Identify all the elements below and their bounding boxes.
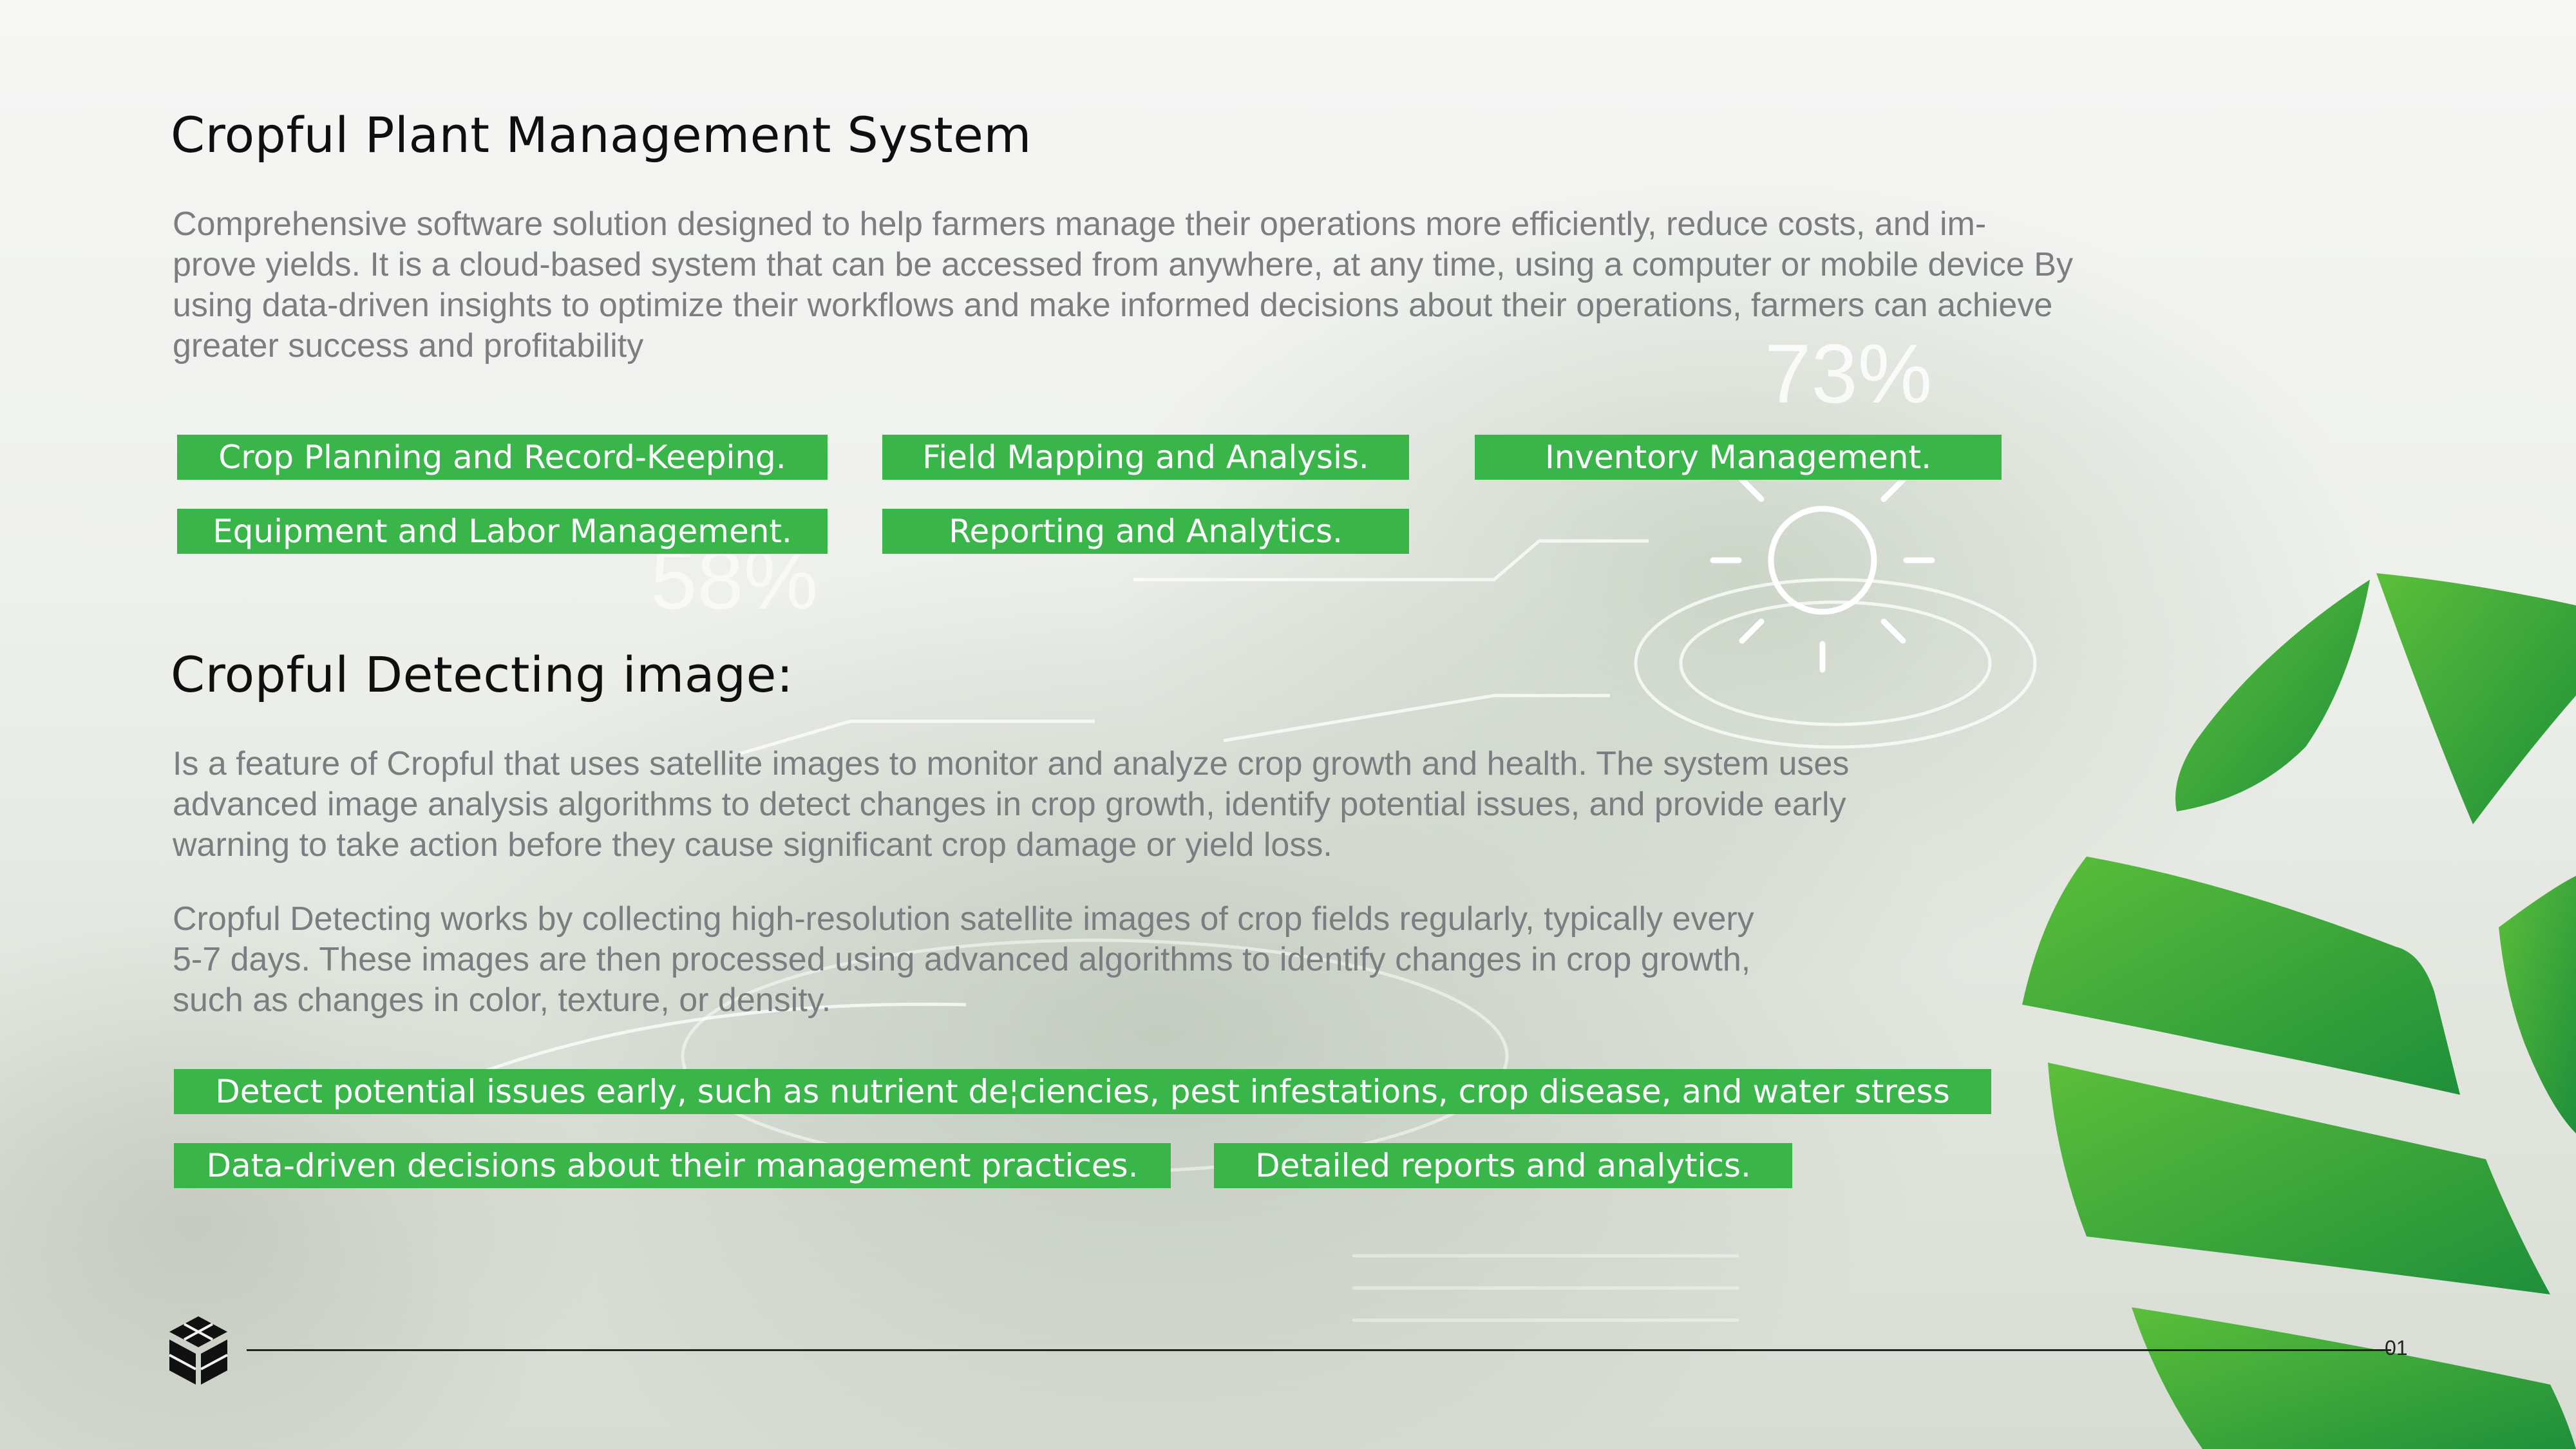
section-title-detecting-image: Cropful Detecting image: bbox=[171, 646, 794, 703]
footer-divider bbox=[247, 1349, 2391, 1351]
feature-chip-reporting: Reporting and Analytics. bbox=[882, 509, 1409, 554]
benefit-chip-data-driven: Data-driven decisions about their manage… bbox=[174, 1143, 1171, 1188]
section-description: Comprehensive software solution designed… bbox=[173, 204, 2073, 366]
description-line: greater success and profitability bbox=[173, 327, 644, 365]
section-title-plant-management: Cropful Plant Management System bbox=[171, 106, 1032, 164]
paragraph-line: Cropful Detecting works by collecting hi… bbox=[173, 900, 1754, 938]
description-line: prove yields. It is a cloud-based system… bbox=[173, 246, 2073, 283]
feature-chip-field-mapping: Field Mapping and Analysis. bbox=[882, 435, 1409, 480]
sun-icon bbox=[1710, 448, 1935, 673]
description-line: Comprehensive software solution designed… bbox=[173, 205, 1987, 243]
paragraph-line: warning to take action before they cause… bbox=[173, 826, 1332, 864]
feature-chip-inventory: Inventory Management. bbox=[1475, 435, 2002, 480]
benefit-chip-reports: Detailed reports and analytics. bbox=[1214, 1143, 1792, 1188]
detecting-paragraph-2: Cropful Detecting works by collecting hi… bbox=[173, 899, 1754, 1021]
feature-chip-crop-planning: Crop Planning and Record-Keeping. bbox=[177, 435, 828, 480]
leaf-graphic bbox=[2022, 573, 2576, 1449]
paragraph-line: advanced image analysis algorithms to de… bbox=[173, 786, 1846, 823]
cropful-logo-icon bbox=[169, 1316, 228, 1385]
paragraph-line: Is a feature of Cropful that uses satell… bbox=[173, 745, 1850, 782]
page-number: 01 bbox=[2385, 1336, 2408, 1359]
benefit-chip-detect-issues: Detect potential issues early, such as n… bbox=[174, 1069, 1991, 1114]
feature-chip-equipment-labor: Equipment and Labor Management. bbox=[177, 509, 828, 554]
description-line: using data-driven insights to optimize t… bbox=[173, 287, 2053, 324]
paragraph-line: 5-7 days. These images are then processe… bbox=[173, 941, 1751, 978]
paragraph-line: such as changes in color, texture, or de… bbox=[173, 981, 831, 1019]
detecting-paragraph-1: Is a feature of Cropful that uses satell… bbox=[173, 744, 1849, 866]
